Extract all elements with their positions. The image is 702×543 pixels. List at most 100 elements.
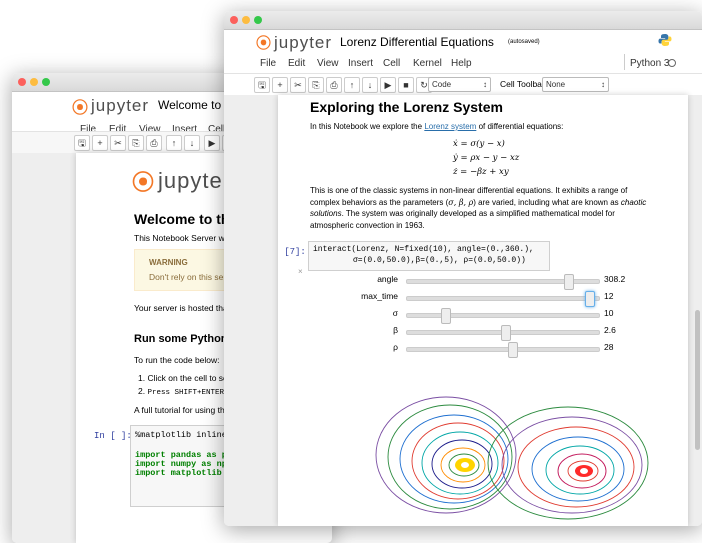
kernel-name: Python 3 — [630, 58, 670, 69]
menu-kernel[interactable]: Kernel — [413, 58, 442, 69]
output-close-icon[interactable]: × — [298, 267, 303, 276]
code-cell[interactable]: interact(Lorenz, N=fixed(10), angle=(0.,… — [308, 241, 550, 271]
code-line: import matplotlib — [135, 468, 222, 478]
up-arrow-icon[interactable]: ↑ — [166, 135, 182, 151]
copy-icon[interactable]: ⎘ — [308, 77, 324, 93]
slider-2: max_time 12 — [361, 290, 646, 307]
plus-icon[interactable]: + — [92, 135, 108, 151]
intro-text: In this Notebook we explore the Lorenz s… — [310, 122, 564, 131]
up-arrow-icon[interactable]: ↑ — [344, 77, 360, 93]
toolbar: 🖫 + ✂ ⎘ ⎙ ↑ ↓ ▶ ■ ↻ Code Cell Toolbar: N… — [224, 73, 702, 97]
slider-handle[interactable] — [508, 342, 519, 358]
jupyter-icon: ⦿ — [72, 100, 89, 117]
slider-track[interactable] — [406, 325, 600, 341]
save-icon[interactable]: 🖫 — [254, 77, 270, 93]
play-icon[interactable]: ▶ — [380, 77, 396, 93]
equation-2: ẏ = ρx − y − xz — [453, 153, 520, 163]
jupyter-logo-large: ⦿ jupyter — [132, 165, 231, 197]
menu-view[interactable]: View — [317, 58, 339, 69]
close-window-button[interactable] — [18, 78, 26, 86]
slider-value: 2.6 — [604, 325, 616, 335]
slider-handle[interactable] — [500, 325, 511, 341]
kernel-idle-icon — [668, 59, 676, 67]
menu-file[interactable]: File — [260, 58, 276, 69]
slider-label: σ — [392, 308, 398, 318]
cell-type-select[interactable]: Code — [428, 77, 491, 92]
slider-label: β — [393, 325, 398, 335]
down-arrow-icon[interactable]: ↓ — [362, 77, 378, 93]
jupyter-icon: ⦿ — [132, 170, 155, 195]
notebook-heading: Exploring the Lorenz System — [310, 99, 503, 115]
lorenz-system-link[interactable]: Lorenz system — [424, 122, 476, 131]
slider-track[interactable] — [406, 274, 600, 290]
tutorial-text: A full tutorial for using the — [134, 405, 230, 415]
lorenz-plot — [368, 385, 668, 525]
slider-handle[interactable] — [440, 308, 451, 324]
step-2: 2. Press SHIFT+ENTER — [138, 386, 224, 397]
cell-toolbar-select[interactable]: None — [542, 77, 609, 92]
cell-toolbar-label: Cell Toolbar: — [500, 79, 548, 89]
slider-label: ρ — [393, 342, 398, 352]
vertical-scrollbar[interactable] — [695, 310, 700, 450]
menu-edit[interactable]: Edit — [288, 58, 305, 69]
zoom-window-button[interactable] — [254, 16, 262, 24]
slider-label: max_time — [361, 291, 398, 301]
paste-icon[interactable]: ⎙ — [146, 135, 162, 151]
hosted-text: Your server is hosted thar — [134, 303, 231, 313]
slider-value: 308.2 — [604, 274, 626, 284]
notebook-area: Exploring the Lorenz System In this Note… — [224, 95, 702, 526]
cut-icon[interactable]: ✂ — [290, 77, 306, 93]
autosave-status: (autosaved) — [508, 39, 540, 45]
play-icon[interactable]: ▶ — [204, 135, 220, 151]
stop-icon[interactable]: ■ — [398, 77, 414, 93]
paste-icon[interactable]: ⎙ — [326, 77, 342, 93]
menu-help[interactable]: Help — [451, 58, 472, 69]
slider-track[interactable] — [406, 308, 600, 324]
minimize-window-button[interactable] — [30, 78, 38, 86]
down-arrow-icon[interactable]: ↓ — [184, 135, 200, 151]
equation-1: ẋ = σ(y − x) — [453, 139, 505, 149]
plus-icon[interactable]: + — [272, 77, 288, 93]
intro-text: This Notebook Server was — [134, 233, 234, 243]
widget-sliders: angle 308.2 max_time 12 σ 10 β 2.6 ρ 28 — [361, 273, 646, 363]
close-window-button[interactable] — [230, 16, 238, 24]
save-icon[interactable]: 🖫 — [74, 135, 90, 151]
slider-value: 10 — [604, 308, 614, 318]
code-line: σ=(0.0,50.0),β=(0.,5), ρ=(0.0,50.0)) — [353, 256, 526, 265]
menu-cell[interactable]: Cell — [383, 58, 400, 69]
run-intro: To run the code below: — [134, 355, 220, 365]
equation-3: ż = −βz + xy — [453, 167, 509, 177]
jupyter-logo[interactable]: ⦿ jupyter — [72, 94, 149, 118]
warning-text: Don't rely on this serv — [149, 272, 231, 282]
jupyter-icon: ⦿ — [256, 35, 272, 52]
menu-insert[interactable]: Insert — [348, 58, 373, 69]
cut-icon[interactable]: ✂ — [110, 135, 126, 151]
slider-5: ρ 28 — [393, 341, 646, 358]
kernel-divider — [624, 54, 625, 70]
slider-track[interactable] — [406, 342, 600, 358]
title-bar — [224, 11, 702, 30]
slider-track[interactable] — [406, 291, 600, 307]
description-paragraph: This is one of the classic systems in no… — [310, 186, 647, 230]
welcome-heading: Welcome to the — [134, 211, 238, 227]
cell-prompt: In [7]: — [278, 247, 306, 257]
minimize-window-button[interactable] — [242, 16, 250, 24]
step-1: 1. Click on the cell to se — [138, 373, 228, 383]
slider-3: σ 10 — [393, 307, 646, 324]
slider-value: 12 — [604, 291, 614, 301]
jupyter-logo[interactable]: ⦿ jupyter — [256, 32, 332, 53]
slider-4: β 2.6 — [393, 324, 646, 341]
slider-value: 28 — [604, 342, 614, 352]
notebook-title[interactable]: Lorenz Differential Equations — [340, 35, 494, 49]
code-line: %matplotlib inline — [135, 430, 227, 440]
menu-bar: File Edit View Insert Cell Kernel Help P… — [224, 54, 702, 73]
python-logo-icon — [658, 33, 672, 47]
notebook-title[interactable]: Welcome to P — [158, 98, 232, 112]
zoom-window-button[interactable] — [42, 78, 50, 86]
slider-handle[interactable] — [585, 291, 596, 307]
slider-handle[interactable] — [563, 274, 574, 290]
copy-icon[interactable]: ⎘ — [128, 135, 144, 151]
section-heading: Run some Python c — [134, 333, 237, 345]
warning-title: WARNING — [149, 258, 188, 267]
code-line: interact(Lorenz, N=fixed(10), angle=(0.,… — [313, 245, 534, 254]
